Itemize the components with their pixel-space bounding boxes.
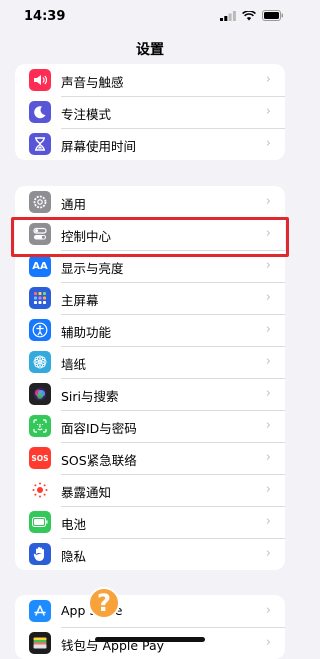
chevron-right-icon: ›	[265, 514, 271, 529]
display-aa-icon-text: AA	[32, 260, 48, 272]
question-mark-icon: ?	[97, 589, 111, 617]
sos-icon: SOS	[29, 447, 51, 469]
page-title: 设置	[136, 42, 164, 58]
settings-row-label: 屏幕使用时间	[61, 139, 137, 154]
chevron-right-icon: ›	[265, 635, 271, 650]
settings-row-label: 通用	[61, 197, 87, 212]
settings-row-label: 隐私	[61, 549, 87, 564]
accessibility-icon	[29, 319, 51, 341]
home-indicator	[95, 637, 205, 642]
chevron-right-icon: ›	[265, 386, 271, 401]
settings-group-3: App Store › 钱包与 Apple Pay ›	[15, 595, 285, 659]
highlight-box	[11, 217, 289, 257]
chevron-right-icon: ›	[265, 322, 271, 337]
wallet-icon	[29, 632, 51, 654]
wallpaper-flower-icon	[29, 351, 51, 373]
settings-row-screen-time[interactable]: 屏幕使用时间 ›	[15, 128, 285, 160]
moon-icon	[29, 101, 51, 123]
settings-row-accessibility[interactable]: 辅助功能 ›	[15, 314, 285, 346]
chevron-right-icon: ›	[265, 194, 271, 209]
chevron-right-icon: ›	[265, 450, 271, 465]
display-aa-icon: AA	[29, 255, 51, 277]
chevron-right-icon: ›	[265, 546, 271, 561]
wifi-icon	[242, 10, 256, 20]
status-time: 14:39	[24, 9, 66, 24]
settings-row-home-screen[interactable]: 主屏幕 ›	[15, 282, 285, 314]
settings-row-focus[interactable]: 专注模式 ›	[15, 96, 285, 128]
settings-row-label: 墙纸	[61, 357, 87, 372]
signal-icon	[220, 10, 236, 21]
help-button[interactable]: ?	[88, 587, 120, 619]
face-id-icon	[29, 415, 51, 437]
settings-row-label: 电池	[61, 517, 87, 532]
settings-row-face-id[interactable]: 面容ID与密码 ›	[15, 410, 285, 442]
status-bar: 14:39	[0, 0, 300, 32]
settings-row-wallet-apple-pay[interactable]: 钱包与 Apple Pay ›	[15, 627, 285, 659]
settings-row-label: 显示与亮度	[61, 261, 124, 276]
sos-icon-text: SOS	[31, 453, 49, 463]
settings-row-label: 主屏幕	[61, 293, 99, 308]
nav-bar: 设置	[0, 32, 300, 62]
exposure-icon	[29, 479, 51, 501]
chevron-right-icon: ›	[265, 482, 271, 497]
battery-icon	[29, 511, 51, 533]
status-icons	[220, 10, 284, 21]
settings-row-battery[interactable]: 电池 ›	[15, 506, 285, 538]
settings-row-label: 声音与触感	[61, 75, 124, 90]
chevron-right-icon: ›	[265, 603, 271, 618]
settings-row-privacy[interactable]: 隐私 ›	[15, 538, 285, 570]
chevron-right-icon: ›	[265, 290, 271, 305]
settings-row-label: 专注模式	[61, 107, 112, 122]
chevron-right-icon: ›	[265, 354, 271, 369]
settings-row-wallpaper[interactable]: 墙纸 ›	[15, 346, 285, 378]
settings-row-label: 暴露通知	[61, 485, 112, 500]
chevron-right-icon: ›	[265, 136, 271, 151]
settings-row-app-store[interactable]: App Store ›	[15, 595, 285, 627]
app-store-icon	[29, 600, 51, 622]
settings-row-exposure-notifications[interactable]: 暴露通知 ›	[15, 474, 285, 506]
hourglass-icon	[29, 133, 51, 155]
settings-row-siri-search[interactable]: Siri与搜索 ›	[15, 378, 285, 410]
settings-row-label: 面容ID与密码	[61, 421, 137, 436]
home-screen-icon	[29, 287, 51, 309]
chevron-right-icon: ›	[265, 418, 271, 433]
siri-icon	[29, 383, 51, 405]
battery-status-icon	[262, 10, 283, 21]
settings-row-label: 辅助功能	[61, 325, 112, 340]
gear-icon	[29, 191, 51, 213]
speaker-icon	[29, 69, 51, 91]
chevron-right-icon: ›	[265, 258, 271, 273]
chevron-right-icon: ›	[265, 72, 271, 87]
chevron-right-icon: ›	[265, 104, 271, 119]
settings-row-general[interactable]: 通用 ›	[15, 186, 285, 218]
settings-row-label: Siri与搜索	[61, 389, 119, 404]
hand-icon	[29, 543, 51, 565]
settings-row-sounds[interactable]: 声音与触感 ›	[15, 64, 285, 96]
settings-row-emergency-sos[interactable]: SOS SOS紧急联络 ›	[15, 442, 285, 474]
settings-group-1: 声音与触感 › 专注模式 › 屏幕使用时间 ›	[15, 64, 285, 160]
settings-row-label: SOS紧急联络	[61, 453, 137, 468]
